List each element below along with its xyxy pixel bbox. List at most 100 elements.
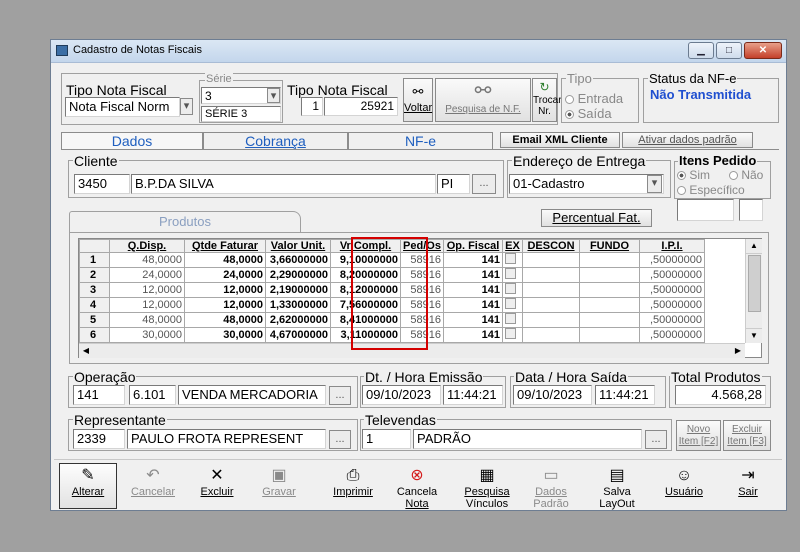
nota-number-field[interactable]: 25921 [324, 97, 398, 116]
itens-field-1[interactable] [677, 199, 734, 221]
cell-vcompl[interactable]: 8,12000000 [330, 282, 401, 298]
representante-search-button[interactable]: ... [329, 430, 351, 449]
imprimir-button[interactable]: ⎙ Imprimir [324, 463, 382, 509]
cell-opf[interactable]: 141 [443, 252, 503, 268]
itens-field-2[interactable] [739, 199, 763, 221]
cell-qdisp[interactable]: 12,0000 [109, 282, 185, 298]
cell-qtde[interactable]: 30,0000 [184, 327, 266, 343]
operacao-code-field[interactable]: 141 [73, 385, 125, 405]
cell-vunit[interactable]: 4,67000000 [265, 327, 331, 343]
scroll-up-icon[interactable]: ▲ [746, 239, 762, 254]
cell-opf[interactable]: 141 [443, 327, 503, 343]
cell-qdisp[interactable]: 24,0000 [109, 267, 185, 283]
cell-empty[interactable] [522, 267, 580, 283]
cell-vcompl[interactable]: 3,11000000 [330, 327, 401, 343]
sim-radio[interactable]: Sim [677, 168, 710, 182]
table-row[interactable]: 4 12,0000 12,0000 1,33000000 7,56000000 58916… [79, 297, 705, 313]
cell-pedos[interactable]: 58916 [400, 252, 444, 268]
cell-pedos[interactable]: 58916 [400, 282, 444, 298]
column-header[interactable]: FUNDO [579, 239, 640, 253]
column-header[interactable]: Ped/Os [400, 239, 444, 253]
cell-qdisp[interactable]: 30,0000 [109, 327, 185, 343]
cell-ipi[interactable]: ,50000000 [639, 282, 705, 298]
email-xml-button[interactable]: Email XML Cliente [500, 132, 620, 148]
column-header[interactable]: EX [502, 239, 523, 253]
cell-empty[interactable] [579, 267, 640, 283]
cell-qtde[interactable]: 48,0000 [184, 252, 266, 268]
cell-pedos[interactable]: 58916 [400, 312, 444, 328]
cell-pedos[interactable]: 58916 [400, 267, 444, 283]
column-header[interactable]: Qtde Faturar [184, 239, 266, 253]
ativar-padrao-button[interactable]: Ativar dados padrão [622, 132, 753, 148]
checkbox-icon[interactable] [505, 268, 516, 279]
cell-empty[interactable] [579, 312, 640, 328]
cell-opf[interactable]: 141 [443, 267, 503, 283]
horizontal-scrollbar[interactable]: ◀ ▶ [79, 343, 745, 358]
chevron-down-icon[interactable]: ▾ [180, 98, 193, 115]
table-row[interactable]: 5 48,0000 48,0000 2,62000000 8,41000000 58916… [79, 312, 705, 328]
cell-empty[interactable] [522, 312, 580, 328]
sair-button[interactable]: ⇥ Sair [719, 463, 777, 509]
cell-ex[interactable] [502, 327, 523, 343]
tipo-nota2-code[interactable]: 1 [301, 97, 323, 116]
cell-num[interactable]: 4 [79, 297, 110, 313]
chevron-down-icon[interactable]: ▾ [267, 88, 280, 103]
operacao-search-button[interactable]: ... [329, 386, 351, 405]
emissao-date-field[interactable]: 09/10/2023 [362, 385, 441, 405]
salva-layout-button[interactable]: ▤ Salva LayOut [588, 463, 646, 510]
excluir-button[interactable]: ✕ Excluir [188, 463, 246, 509]
checkbox-icon[interactable] [505, 328, 516, 339]
cell-empty[interactable] [522, 282, 580, 298]
cfop-field[interactable]: 6.101 [129, 385, 176, 405]
cell-ipi[interactable]: ,50000000 [639, 267, 705, 283]
cell-ipi[interactable]: ,50000000 [639, 252, 705, 268]
cell-pedos[interactable]: 58916 [400, 297, 444, 313]
operacao-desc-field[interactable]: VENDA MERCADORIA [178, 385, 326, 405]
column-header[interactable]: Valor Unit. [265, 239, 331, 253]
percentual-fat-button[interactable]: Percentual Fat. [541, 209, 652, 227]
cell-qtde[interactable]: 24,0000 [184, 267, 266, 283]
televendas-code-field[interactable]: 1 [362, 429, 411, 449]
voltar-button[interactable]: ⚯ Voltar [403, 78, 433, 122]
cell-num[interactable]: 5 [79, 312, 110, 328]
saida-time-field[interactable]: 11:44:21 [595, 385, 655, 405]
chevron-down-icon[interactable]: ▾ [647, 175, 662, 193]
cell-vcompl[interactable]: 9,10000000 [330, 252, 401, 268]
close-icon[interactable]: ✕ [744, 42, 782, 59]
produtos-tab[interactable]: Produtos [69, 211, 301, 233]
cell-pedos[interactable]: 58916 [400, 327, 444, 343]
cell-opf[interactable]: 141 [443, 282, 503, 298]
tab-nfe[interactable]: NF-e [348, 132, 493, 150]
table-row[interactable]: 6 30,0000 30,0000 4,67000000 3,11000000 58916… [79, 327, 705, 343]
cliente-code-field[interactable]: 3450 [74, 174, 130, 194]
emissao-time-field[interactable]: 11:44:21 [443, 385, 503, 405]
dados-padrao-button[interactable]: ▭ Dados Padrão [522, 463, 580, 510]
cell-ipi[interactable]: ,50000000 [639, 312, 705, 328]
cell-num[interactable]: 6 [79, 327, 110, 343]
column-header[interactable]: DESCON [522, 239, 580, 253]
representante-code-field[interactable]: 2339 [73, 429, 125, 449]
minimize-icon[interactable]: ▁ [688, 42, 714, 59]
cancelar-button[interactable]: ↶ Cancelar [124, 463, 182, 509]
produtos-grid[interactable]: Q.Disp. Qtde Faturar Valor Unit. Vr Comp… [78, 238, 762, 358]
cell-ex[interactable] [502, 282, 523, 298]
cell-ex[interactable] [502, 312, 523, 328]
pesquisa-nf-button[interactable]: ⚯ Pesquisa de N.F. [435, 78, 531, 122]
cell-vunit[interactable]: 1,33000000 [265, 297, 331, 313]
cell-ex[interactable] [502, 252, 523, 268]
novo-item-button[interactable]: Novo Item [F2] [676, 420, 721, 451]
table-row[interactable]: 2 24,0000 24,0000 2,29000000 8,20000000 58916… [79, 267, 705, 283]
cell-vcompl[interactable]: 8,41000000 [330, 312, 401, 328]
saida-radio[interactable]: Saída [565, 106, 612, 121]
cell-vunit[interactable]: 2,19000000 [265, 282, 331, 298]
televendas-search-button[interactable]: ... [645, 430, 667, 449]
cell-vcompl[interactable]: 8,20000000 [330, 267, 401, 283]
representante-name-field[interactable]: PAULO FROTA REPRESENT [127, 429, 326, 449]
cell-vunit[interactable]: 2,62000000 [265, 312, 331, 328]
column-header[interactable]: Op. Fiscal [443, 239, 503, 253]
saida-date-field[interactable]: 09/10/2023 [513, 385, 592, 405]
scroll-thumb[interactable] [748, 255, 761, 312]
column-header[interactable]: Q.Disp. [109, 239, 185, 253]
cell-qdisp[interactable]: 12,0000 [109, 297, 185, 313]
endereco-select[interactable]: 01-Cadastro [509, 174, 664, 194]
